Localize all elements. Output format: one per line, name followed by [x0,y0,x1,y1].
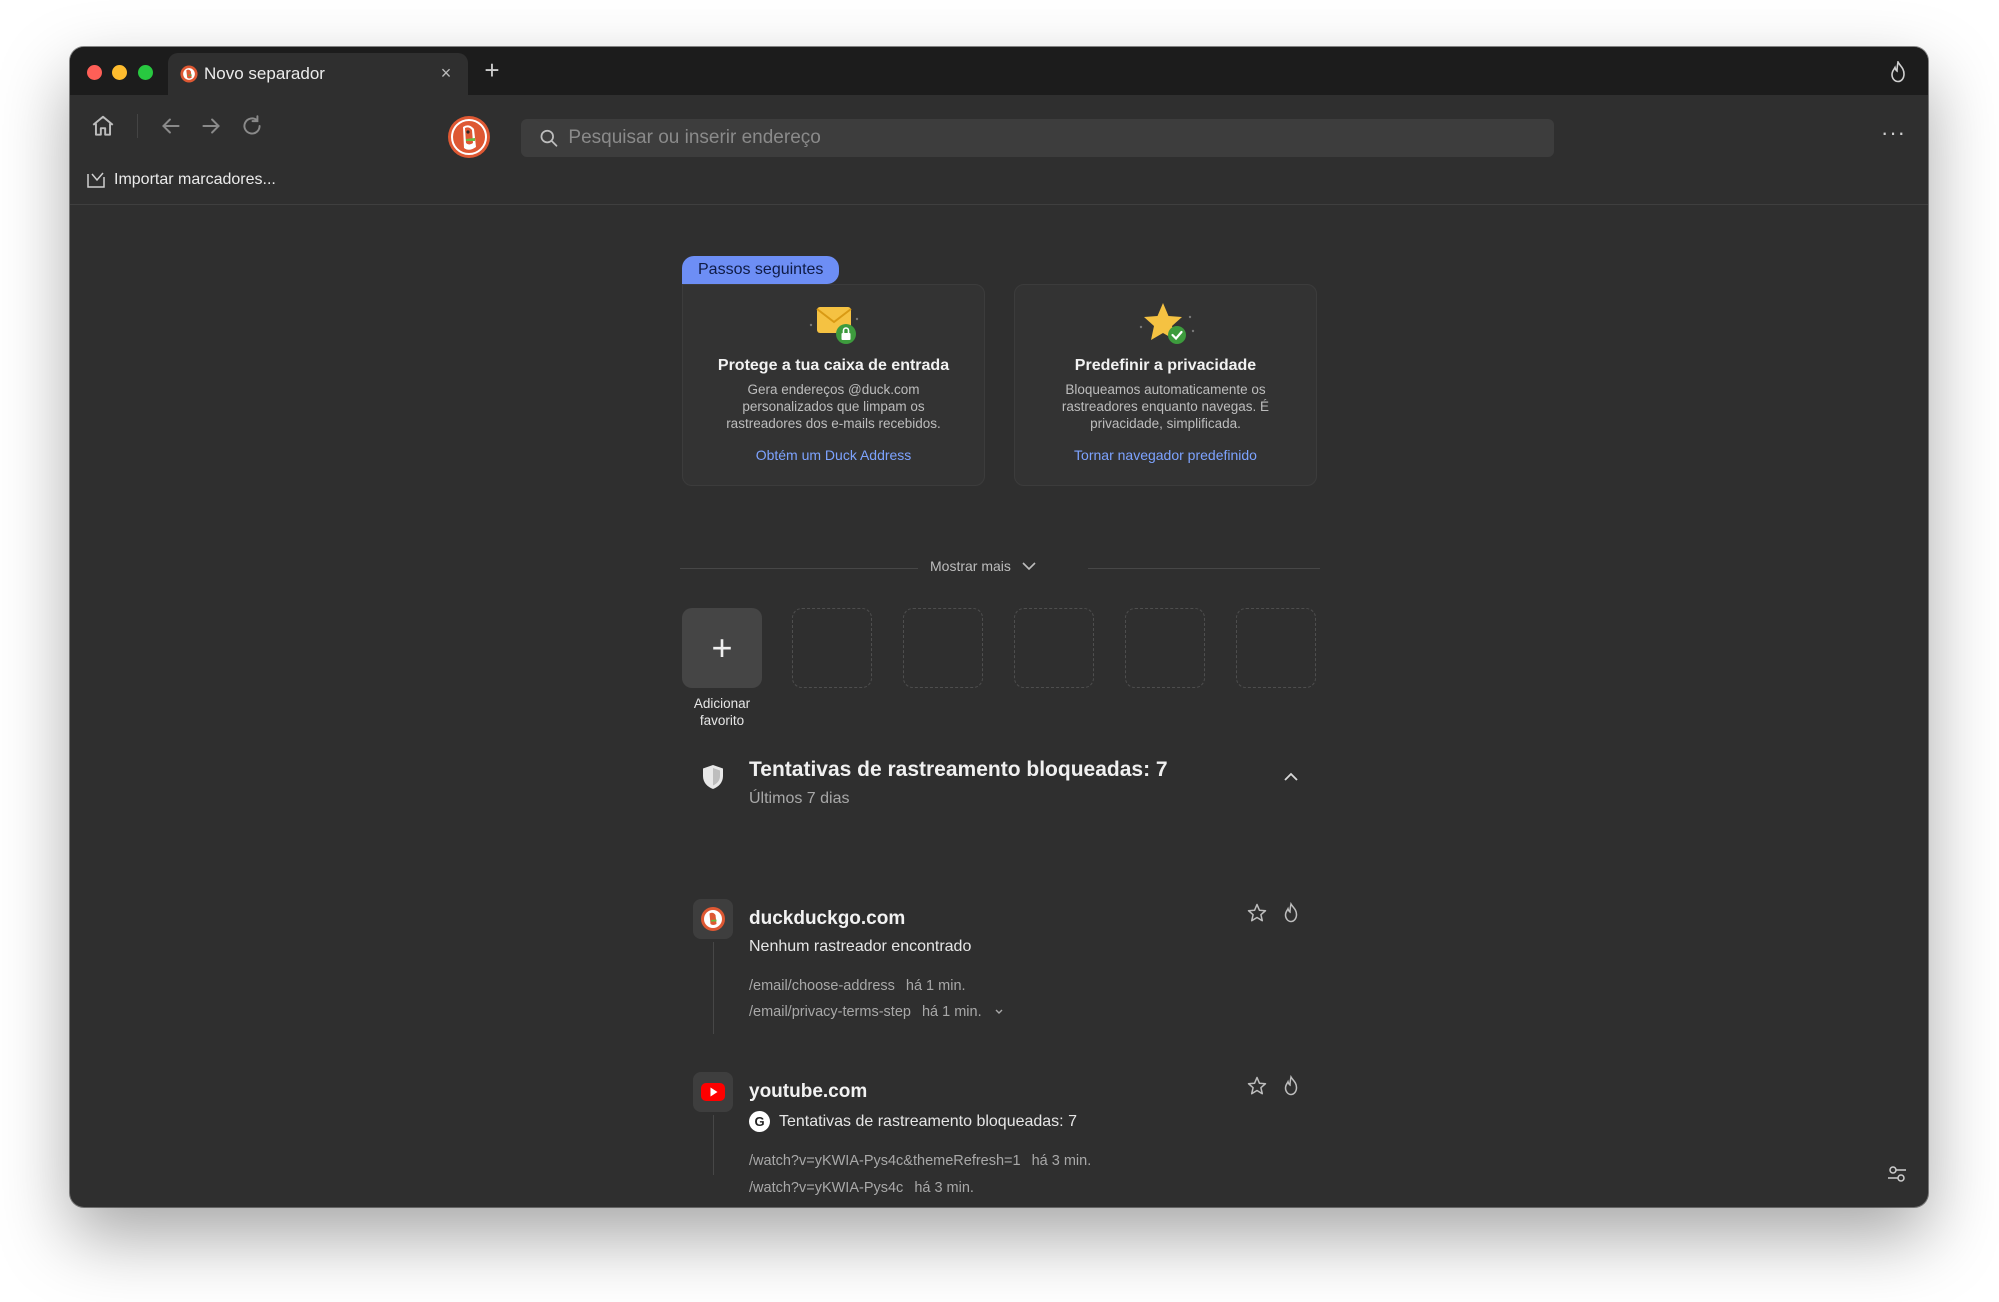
make-default-browser-link[interactable]: Tornar navegador predefinido [1074,447,1257,463]
import-bookmarks-label: Importar marcadores... [114,171,276,188]
tab-close-button[interactable]: × [436,63,456,83]
site-tracker-status: Nenhum rastreador encontrado [749,938,971,956]
duckduckgo-favicon-icon [180,65,198,83]
divider [1088,568,1320,569]
visit-path: /email/choose-address [749,978,895,994]
star-icon[interactable] [1246,1075,1268,1097]
favorite-slot-empty [792,608,872,688]
star-check-icon [1139,303,1194,344]
arrow-left-icon[interactable] [158,113,184,139]
trackers-period-label: Últimos 7 dias [749,790,850,807]
site-favicon [693,1072,733,1112]
close-window-button[interactable] [87,65,102,80]
show-more-label: Mostrar mais [930,558,1011,574]
envelope-lock-icon [809,307,858,344]
step-card-default-browser: Predefinir a privacidade Bloqueamos auto… [1014,284,1317,486]
visit-row[interactable]: /email/choose-address há 1 min. [749,978,966,994]
visit-row[interactable]: /watch?v=yKWIA-Pys4c há 3 min. [749,1180,974,1196]
timeline-line [713,942,714,1034]
site-favicon [693,899,733,939]
visit-time: há 1 min. [905,978,966,994]
favorite-slot-empty [1236,608,1316,688]
more-menu-button[interactable]: ··· [1881,120,1906,146]
next-steps-badge: Passos seguintes [682,256,840,284]
tab-bar: Novo separador × + [70,47,1928,95]
google-tracker-icon: G [749,1111,770,1132]
step-card-title: Predefinir a privacidade [1074,357,1257,374]
step-card-email-protection: Protege a tua caixa de entrada Gera ende… [682,284,985,486]
duckduckgo-logo-icon[interactable] [447,115,491,159]
show-more-row: Mostrar mais [680,556,1320,580]
shield-icon [703,765,723,789]
step-card-description: Bloqueamos automaticamente os rastreador… [1061,382,1270,431]
duckduckgo-favicon-icon [701,907,725,931]
chevron-up-icon[interactable] [1280,766,1302,788]
site-tracker-status: G Tentativas de rastreamento bloqueadas:… [749,1111,1077,1132]
plus-icon: + [711,627,733,668]
site-tracker-status-label: Tentativas de rastreamento bloqueadas: 7 [779,1112,1077,1130]
fire-icon[interactable] [1888,61,1908,83]
arrow-right-icon[interactable] [198,113,224,139]
fire-icon[interactable] [1280,902,1302,924]
site-tracker-status-label: Nenhum rastreador encontrado [749,938,972,955]
step-card-title: Protege a tua caixa de entrada [717,357,950,374]
add-favorite-label: Adicionar favorito [693,696,751,728]
add-favorite-button[interactable]: + [682,608,762,688]
address-bar[interactable] [521,119,1554,157]
home-icon[interactable] [90,113,116,139]
search-input[interactable] [568,127,1554,149]
bookmarks-bar: Importar marcadores... [70,161,1928,205]
visit-row[interactable]: /watch?v=yKWIA-Pys4c&themeRefresh=1 há 3… [749,1153,1091,1169]
trackers-blocked-title: Tentativas de rastreamento bloqueadas: 7 [749,758,1168,781]
visit-time: há 3 min. [1031,1153,1092,1169]
site-name[interactable]: duckduckgo.com [749,908,905,930]
site-name[interactable]: youtube.com [749,1081,867,1103]
divider [680,568,918,569]
star-icon[interactable] [1246,902,1268,924]
favorite-slot-empty [1014,608,1094,688]
visit-time: há 3 min. [914,1180,974,1196]
reload-icon[interactable] [239,113,265,139]
show-more-button[interactable]: Mostrar mais [930,558,1037,574]
visit-path: /email/privacy-terms-step [749,1004,911,1020]
browser-window: Novo separador × + ··· [70,47,1928,1207]
visit-time: há 1 min. [921,1004,982,1020]
timeline-line [713,1115,714,1175]
fire-icon[interactable] [1280,1075,1302,1097]
chevron-down-icon [1022,562,1036,571]
step-card-description: Gera endereços @duck.com personalizados … [726,382,941,431]
chevron-down-icon[interactable] [994,1008,1004,1016]
favorite-slot-empty [1125,608,1205,688]
new-tab-page: Passos seguintes Protege a tua caixa de … [70,206,1928,1206]
visit-row[interactable]: /email/privacy-terms-step há 1 min. [749,1004,1004,1020]
visit-path: /watch?v=yKWIA-Pys4c&themeRefresh=1 [749,1153,1021,1169]
favorite-slot-empty [903,608,983,688]
tab-new-tab[interactable]: Novo separador × [168,53,468,95]
youtube-icon [701,1083,725,1101]
sliders-icon[interactable] [1886,1163,1908,1185]
toolbar-divider [137,114,138,138]
tab-title: Novo separador [204,64,325,83]
search-icon [540,129,558,147]
get-duck-address-link[interactable]: Obtém um Duck Address [756,447,912,463]
zoom-window-button[interactable] [138,65,153,80]
visit-path: /watch?v=yKWIA-Pys4c [749,1180,904,1196]
import-bookmarks-button[interactable]: Importar marcadores... [86,171,276,189]
minimize-window-button[interactable] [112,65,127,80]
new-tab-button[interactable]: + [478,57,506,85]
import-icon [87,172,105,188]
